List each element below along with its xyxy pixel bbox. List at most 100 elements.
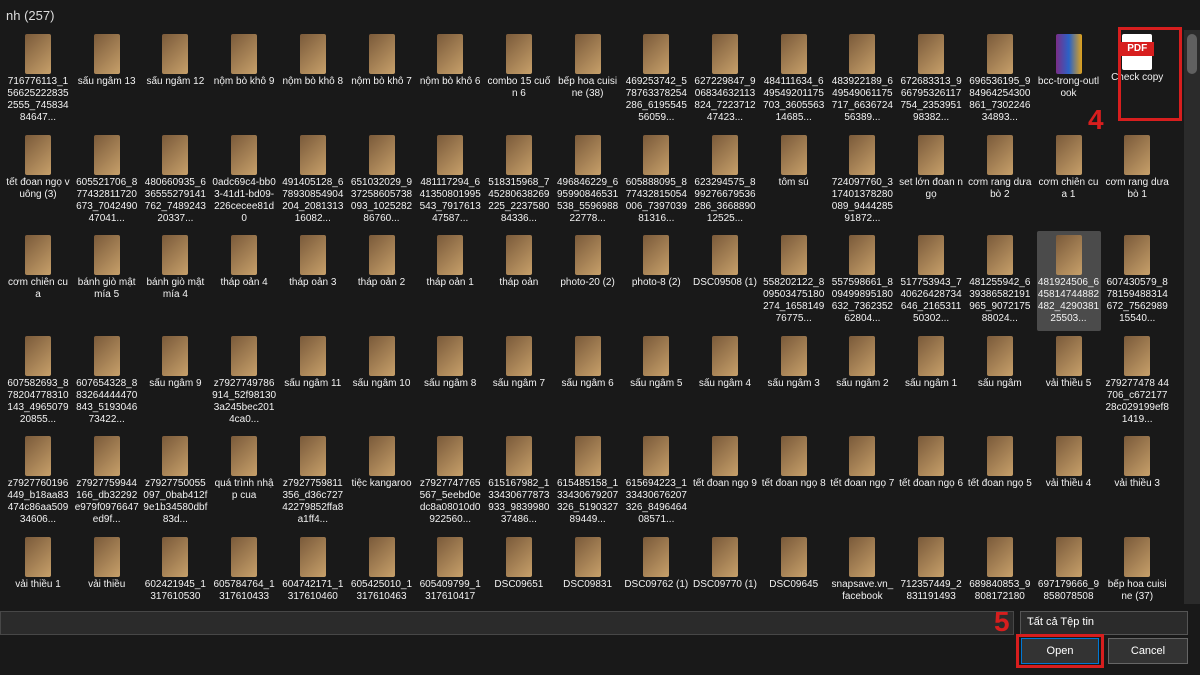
image-file-item[interactable]: 491405128_678930854904204_208131316082..… — [281, 131, 345, 231]
image-file-item[interactable]: quá trình nhập cua — [212, 432, 276, 532]
image-file-item[interactable]: 496846229_695990846531538_559698822778..… — [556, 131, 620, 231]
image-file-item[interactable]: 623294575_899276679536286_366889012525..… — [693, 131, 757, 231]
image-file-item[interactable]: sấu ngâm 6 — [556, 332, 620, 432]
image-file-item[interactable]: photo-20 (2) — [556, 231, 620, 331]
image-file-item[interactable]: DSC09770 (1) — [693, 533, 757, 605]
image-file-item[interactable]: 469253742_578763378254286_619554556059..… — [624, 30, 688, 130]
image-file-item[interactable]: 605521706_877432811720673_704249047041..… — [75, 131, 139, 231]
image-file-item[interactable]: DSC09645 — [762, 533, 826, 605]
image-file-item[interactable]: tháp oản 2 — [350, 231, 414, 331]
image-file-item[interactable]: z7927760196449_b18aa83474c86aa50934606..… — [6, 432, 70, 532]
image-file-item[interactable]: 483922189_649549061175717_663672456389..… — [830, 30, 894, 130]
image-file-item[interactable]: 615694223_133430676207326_849646408571..… — [624, 432, 688, 532]
image-file-item[interactable]: z7927750055097_0bab412f9e1b34580dbf83d..… — [143, 432, 207, 532]
image-file-item[interactable]: nộm bò khô 9 — [212, 30, 276, 130]
image-file-item[interactable]: DSC09508 (1) — [693, 231, 757, 331]
image-file-item[interactable]: bếp hoa cuisine (37) — [1105, 533, 1169, 605]
image-file-item[interactable]: tháp oản 1 — [418, 231, 482, 331]
image-file-item[interactable]: 517753943_740626428734646_216531150302..… — [899, 231, 963, 331]
image-file-item[interactable]: sấu ngâm — [968, 332, 1032, 432]
file-type-select[interactable]: Tất cả Tệp tin ⌄ — [1020, 611, 1188, 635]
image-file-item[interactable]: vải thiều — [75, 533, 139, 605]
image-file-item[interactable]: 607654328_883264444470843_519304673422..… — [75, 332, 139, 432]
image-file-item[interactable]: photo-8 (2) — [624, 231, 688, 331]
image-file-item[interactable]: vải thiều 1 — [6, 533, 70, 605]
image-file-item[interactable]: DSC09762 (1) — [624, 533, 688, 605]
image-file-item[interactable]: DSC09651 — [487, 533, 551, 605]
image-file-item[interactable]: sấu ngâm 2 — [830, 332, 894, 432]
image-file-item[interactable]: z7927759944166_db32292e979f0976647ed9f..… — [75, 432, 139, 532]
image-file-item[interactable]: snapsave.vn_facebook — [830, 533, 894, 605]
image-file-item[interactable]: vải thiều 5 — [1037, 332, 1101, 432]
image-file-item[interactable]: 604742171_1317610460 — [281, 533, 345, 605]
image-file-item[interactable]: cơm chiên cua 1 — [1037, 131, 1101, 231]
open-button[interactable]: Open — [1021, 638, 1099, 664]
image-file-item[interactable]: 480660935_636555279141762_748924320337..… — [143, 131, 207, 231]
image-file-item[interactable]: bánh giò mật mía 5 — [75, 231, 139, 331]
image-file-item[interactable]: z79277478 44706_c67217728c029199ef81419.… — [1105, 332, 1169, 432]
image-file-item[interactable]: tết đoan ngọ 9 — [693, 432, 757, 532]
image-file-item[interactable]: sấu ngâm 13 — [75, 30, 139, 130]
image-file-item[interactable]: sấu ngâm 4 — [693, 332, 757, 432]
image-file-item[interactable]: cơm rang dưa bò 2 — [968, 131, 1032, 231]
image-file-item[interactable]: sấu ngâm 11 — [281, 332, 345, 432]
image-file-item[interactable]: tết đoan ngọ 6 — [899, 432, 963, 532]
image-file-item[interactable]: tết đoan ngọ vuông (3) — [6, 131, 70, 231]
image-file-item[interactable]: 689840853_9808172180 — [968, 533, 1032, 605]
image-file-item[interactable]: tháp oản 4 — [212, 231, 276, 331]
pdf-file-item[interactable]: PDF Check copy — [1105, 30, 1169, 130]
image-file-item[interactable]: 651032029_937258605738093_102528286760..… — [350, 131, 414, 231]
image-file-item[interactable]: 602421945_1317610530 — [143, 533, 207, 605]
image-file-item[interactable]: set lớn đoan ngọ — [899, 131, 963, 231]
image-file-item[interactable]: nộm bò khô 7 — [350, 30, 414, 130]
image-file-item[interactable]: sấu ngâm 3 — [762, 332, 826, 432]
image-file-item[interactable]: tết đoan ngọ 5 — [968, 432, 1032, 532]
image-file-item[interactable]: 697179666_9858078508 — [1037, 533, 1101, 605]
image-file-item[interactable]: bếp hoa cuisine (38) — [556, 30, 620, 130]
image-file-item[interactable]: z7927749786914_52f981303a245bec2014ca0..… — [212, 332, 276, 432]
image-file-item[interactable]: tháp oản 3 — [281, 231, 345, 331]
image-file-item[interactable]: tết đoan ngọ 7 — [830, 432, 894, 532]
image-file-item[interactable]: bánh giò mật mía 4 — [143, 231, 207, 331]
image-file-item[interactable]: 557598661_809499895180632_736235262804..… — [830, 231, 894, 331]
image-file-item[interactable]: sấu ngâm 9 — [143, 332, 207, 432]
image-file-item[interactable]: 605888095_877432815054006_739703981316..… — [624, 131, 688, 231]
image-file-item[interactable]: vải thiều 4 — [1037, 432, 1101, 532]
image-file-item[interactable]: 484111634_649549201175703_360556314685..… — [762, 30, 826, 130]
cancel-button[interactable]: Cancel — [1108, 638, 1188, 664]
image-file-item[interactable]: 605409799_1317610417 — [418, 533, 482, 605]
image-file-item[interactable]: 627229847_906834632113824_722371247423..… — [693, 30, 757, 130]
image-file-item[interactable]: 481924506_645814744882482_429038125503..… — [1036, 231, 1101, 331]
image-file-item[interactable]: 605784764_1317610433 — [212, 533, 276, 605]
image-file-item[interactable]: DSC09831 — [556, 533, 620, 605]
image-file-item[interactable]: z7927759811356_d36c72742279852ffa8a1ff4.… — [281, 432, 345, 532]
image-file-item[interactable]: 607582693_878204778310143_496507920855..… — [6, 332, 70, 432]
image-file-item[interactable]: combo 15 cuốn 6 — [487, 30, 551, 130]
vertical-scrollbar[interactable] — [1184, 30, 1200, 604]
image-file-item[interactable]: nộm bò khô 6 — [418, 30, 482, 130]
image-file-item[interactable]: 481255942_639386582191965_907217588024..… — [968, 231, 1032, 331]
image-file-item[interactable]: 481117294_641350801995543_791761347587..… — [418, 131, 482, 231]
image-file-item[interactable]: 672683313_966795326117754_235395198382..… — [899, 30, 963, 130]
image-file-item[interactable]: sấu ngâm 12 — [143, 30, 207, 130]
scrollbar-thumb[interactable] — [1187, 34, 1197, 74]
image-file-item[interactable]: sấu ngâm 8 — [418, 332, 482, 432]
image-file-item[interactable]: z7927747765567_5eebd0edc8a08010d0922560.… — [418, 432, 482, 532]
image-file-item[interactable]: 716776113_1566252228352555_74583484647..… — [6, 30, 70, 130]
image-file-item[interactable]: 615485158_133430679207326_519032789449..… — [556, 432, 620, 532]
image-file-item[interactable]: cơm rang dưa bò 1 — [1105, 131, 1169, 231]
image-file-item[interactable]: sấu ngâm 10 — [350, 332, 414, 432]
image-file-item[interactable]: sấu ngâm 7 — [487, 332, 551, 432]
image-file-item[interactable]: 696536195_984964254300861_730224634893..… — [968, 30, 1032, 130]
image-file-item[interactable]: vải thiều 3 — [1105, 432, 1169, 532]
image-file-item[interactable]: 558202122_809503475180274_165814976775..… — [762, 231, 826, 331]
image-file-item[interactable]: tết đoan ngọ 8 — [762, 432, 826, 532]
image-file-item[interactable]: tháp oản — [487, 231, 551, 331]
image-file-item[interactable]: 724097760_317401378280089_944428591872..… — [830, 131, 894, 231]
image-file-item[interactable]: tôm sú — [762, 131, 826, 231]
image-file-item[interactable]: 518315968_745280638269225_223758084336..… — [487, 131, 551, 231]
image-file-item[interactable]: 712357449_2831191493 — [899, 533, 963, 605]
image-file-item[interactable]: nộm bò khô 8 — [281, 30, 345, 130]
image-file-item[interactable]: sấu ngâm 5 — [624, 332, 688, 432]
image-file-item[interactable]: tiệc kangaroo — [350, 432, 414, 532]
